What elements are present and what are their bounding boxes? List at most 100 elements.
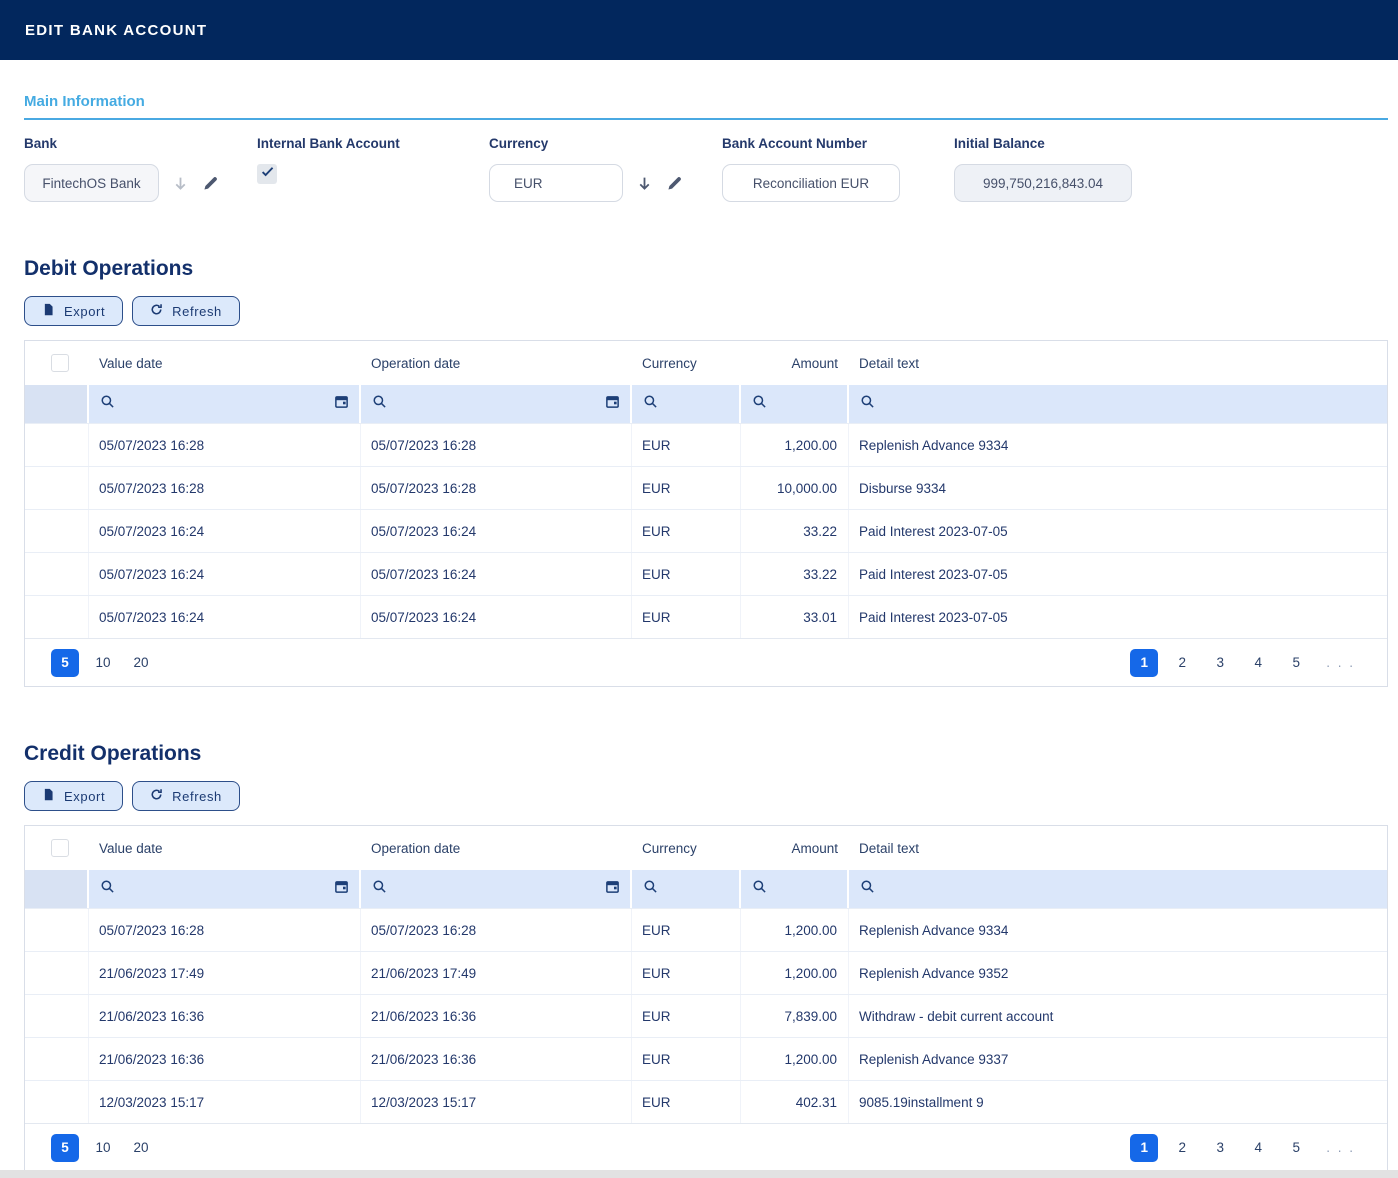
page-5[interactable]: 5 [1282, 1134, 1310, 1162]
search-icon[interactable] [372, 879, 387, 899]
column-header-amount[interactable]: Amount [741, 841, 849, 856]
select-all-checkbox[interactable] [51, 354, 69, 372]
credit-header-row: Value dateOperation dateCurrencyAmountDe… [25, 826, 1387, 870]
currency-filter-cell[interactable] [632, 870, 741, 908]
table-row[interactable]: 05/07/2023 16:2805/07/2023 16:28EUR1,200… [25, 908, 1387, 951]
amount-cell: 7,839.00 [741, 995, 849, 1037]
bank-dropdown-arrow-icon[interactable] [172, 175, 189, 192]
table-row[interactable]: 21/06/2023 17:4921/06/2023 17:49EUR1,200… [25, 951, 1387, 994]
table-row[interactable]: 05/07/2023 16:2805/07/2023 16:28EUR10,00… [25, 466, 1387, 509]
initial-balance-input[interactable]: 999,750,216,843.04 [954, 164, 1132, 202]
detail-text-filter-cell[interactable] [849, 870, 1387, 908]
currency-input[interactable]: EUR [489, 164, 623, 202]
detail-text-cell: Withdraw - debit current account [849, 995, 1387, 1037]
column-header-operation-date[interactable]: Operation date [361, 356, 632, 371]
amount-filter-cell[interactable] [741, 870, 849, 908]
currency-dropdown-arrow-icon[interactable] [636, 175, 653, 192]
search-icon[interactable] [643, 879, 658, 899]
column-header-operation-date[interactable]: Operation date [361, 841, 632, 856]
calendar-icon[interactable] [334, 879, 349, 899]
credit-refresh-button[interactable]: Refresh [132, 781, 240, 811]
detail-text-cell: Replenish Advance 9337 [849, 1038, 1387, 1080]
value-date-filter-cell[interactable] [89, 385, 361, 423]
amount-filter-cell[interactable] [741, 385, 849, 423]
page-3[interactable]: 3 [1206, 649, 1234, 677]
column-header-currency[interactable]: Currency [632, 841, 741, 856]
page-size-10[interactable]: 10 [89, 649, 117, 677]
initial-balance-label: Initial Balance [954, 136, 1388, 151]
page-4[interactable]: 4 [1244, 1134, 1272, 1162]
table-row[interactable]: 21/06/2023 16:3621/06/2023 16:36EUR7,839… [25, 994, 1387, 1037]
page-2[interactable]: 2 [1168, 1134, 1196, 1162]
bank-label: Bank [24, 136, 257, 151]
column-header-currency[interactable]: Currency [632, 356, 741, 371]
column-header-amount[interactable]: Amount [741, 356, 849, 371]
page-size-10[interactable]: 10 [89, 1134, 117, 1162]
value-date-filter-cell[interactable] [89, 870, 361, 908]
column-header-value-date[interactable]: Value date [89, 356, 361, 371]
export-file-icon [42, 303, 55, 319]
bank-edit-pencil-icon[interactable] [202, 175, 219, 192]
page-4[interactable]: 4 [1244, 649, 1272, 677]
search-icon[interactable] [752, 879, 767, 899]
table-row[interactable]: 05/07/2023 16:2805/07/2023 16:28EUR1,200… [25, 423, 1387, 466]
section-divider [24, 118, 1388, 120]
calendar-icon[interactable] [605, 394, 620, 414]
search-icon[interactable] [100, 394, 115, 414]
table-row[interactable]: 05/07/2023 16:2405/07/2023 16:24EUR33.22… [25, 509, 1387, 552]
page-size-20[interactable]: 20 [127, 649, 155, 677]
operation-date-cell: 05/07/2023 16:24 [361, 553, 632, 595]
page-5[interactable]: 5 [1282, 649, 1310, 677]
bank-account-number-label: Bank Account Number [722, 136, 954, 151]
currency-cell: EUR [632, 596, 741, 638]
calendar-icon[interactable] [334, 394, 349, 414]
table-row[interactable]: 05/07/2023 16:2405/07/2023 16:24EUR33.01… [25, 595, 1387, 638]
detail-text-cell: Paid Interest 2023-07-05 [849, 510, 1387, 552]
search-icon[interactable] [372, 394, 387, 414]
table-row[interactable]: 12/03/2023 15:1712/03/2023 15:17EUR402.3… [25, 1080, 1387, 1123]
amount-cell: 33.01 [741, 596, 849, 638]
search-icon[interactable] [860, 394, 875, 414]
column-header-value-date[interactable]: Value date [89, 841, 361, 856]
credit-export-button[interactable]: Export [24, 781, 123, 811]
table-row[interactable]: 21/06/2023 16:3621/06/2023 16:36EUR1,200… [25, 1037, 1387, 1080]
search-icon[interactable] [860, 879, 875, 899]
amount-cell: 33.22 [741, 553, 849, 595]
debit-refresh-button[interactable]: Refresh [132, 296, 240, 326]
operation-date-filter-cell[interactable] [361, 385, 632, 423]
select-all-checkbox[interactable] [51, 839, 69, 857]
row-select-cell [25, 952, 89, 994]
checkbox-filter-cell [25, 870, 89, 908]
page-2[interactable]: 2 [1168, 649, 1196, 677]
operation-date-filter-cell[interactable] [361, 870, 632, 908]
page-1[interactable]: 1 [1130, 1134, 1158, 1162]
search-icon[interactable] [100, 879, 115, 899]
currency-cell: EUR [632, 995, 741, 1037]
internal-bank-account-checkbox[interactable] [257, 164, 277, 184]
page-1[interactable]: 1 [1130, 649, 1158, 677]
detail-text-cell: Paid Interest 2023-07-05 [849, 553, 1387, 595]
detail-text-filter-cell[interactable] [849, 385, 1387, 423]
table-row[interactable]: 05/07/2023 16:2405/07/2023 16:24EUR33.22… [25, 552, 1387, 595]
calendar-icon[interactable] [605, 879, 620, 899]
credit-operations-table: Value dateOperation dateCurrencyAmountDe… [24, 825, 1388, 1172]
page-size-5[interactable]: 5 [51, 649, 79, 677]
bank-input[interactable]: FintechOS Bank [24, 164, 159, 202]
refresh-icon [150, 303, 163, 319]
search-icon[interactable] [752, 394, 767, 414]
currency-label: Currency [489, 136, 722, 151]
debit-export-button[interactable]: Export [24, 296, 123, 326]
credit-pagination-bar: 5102012345. . . [25, 1123, 1387, 1171]
page-size-selector: 5 10 20 [51, 649, 155, 677]
search-icon[interactable] [643, 394, 658, 414]
bank-account-number-input[interactable]: Reconciliation EUR [722, 164, 900, 202]
currency-filter-cell[interactable] [632, 385, 741, 423]
currency-field-group: Currency EUR [489, 136, 722, 202]
page-3[interactable]: 3 [1206, 1134, 1234, 1162]
column-header-detail-text[interactable]: Detail text [849, 356, 1387, 371]
currency-edit-pencil-icon[interactable] [666, 175, 683, 192]
column-header-detail-text[interactable]: Detail text [849, 841, 1387, 856]
page-size-20[interactable]: 20 [127, 1134, 155, 1162]
detail-text-cell: 9085.19installment 9 [849, 1081, 1387, 1123]
page-size-5[interactable]: 5 [51, 1134, 79, 1162]
